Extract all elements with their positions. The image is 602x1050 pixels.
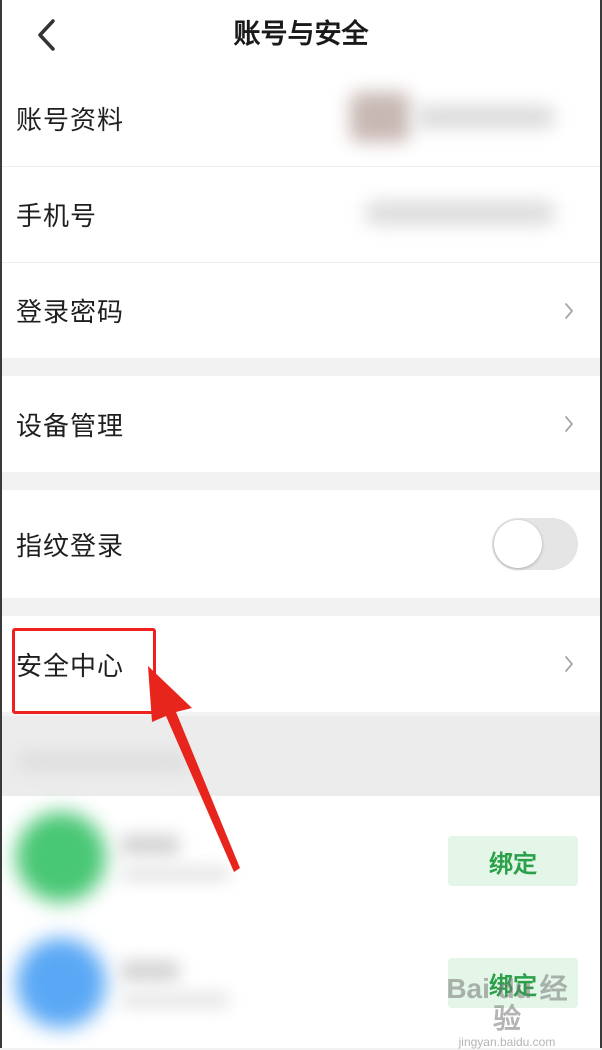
red-arrow-annotation — [148, 666, 240, 872]
row-fingerprint-login: 指纹登录 — [0, 490, 602, 598]
app-logo-green — [16, 812, 106, 902]
app-logo-blue — [16, 938, 106, 1028]
baidu-watermark: Bai du 经验 jingyan.baidu.com — [442, 973, 572, 1050]
avatar — [350, 92, 410, 142]
fingerprint-toggle[interactable] — [492, 518, 578, 570]
row-device-management[interactable]: 设备管理 — [0, 376, 602, 472]
account-name-blurred — [415, 106, 555, 128]
nav-header: 账号与安全 — [0, 0, 602, 70]
device-group: 设备管理 — [0, 376, 602, 472]
security-group: 安全中心 — [0, 616, 602, 712]
row-label: 账号资料 — [16, 105, 125, 136]
row-label: 安全中心 — [16, 651, 125, 682]
row-login-password[interactable]: 登录密码 — [0, 262, 602, 358]
row-label: 指纹登录 — [16, 531, 125, 562]
watermark-brand: Bai du 经验 — [446, 973, 568, 1034]
chevron-right-icon — [565, 416, 573, 432]
row-phone-number[interactable]: 手机号 — [0, 166, 602, 262]
account-group: 账号资料 手机号 登录密码 — [0, 70, 602, 358]
phone-value-blurred — [365, 201, 555, 225]
app-status-blurred — [120, 992, 230, 1008]
chevron-right-icon — [565, 656, 573, 672]
row-label: 手机号 — [16, 202, 98, 232]
bind-button[interactable]: 绑定 — [448, 836, 578, 886]
row-label: 登录密码 — [16, 298, 125, 328]
app-name-blurred — [120, 960, 180, 982]
chevron-right-icon — [565, 302, 573, 319]
row-security-center[interactable]: 安全中心 — [0, 616, 602, 712]
row-label: 设备管理 — [16, 411, 125, 442]
fingerprint-group: 指纹登录 — [0, 490, 602, 598]
row-account-profile[interactable]: 账号资料 — [0, 70, 602, 166]
toggle-knob — [494, 520, 542, 568]
page-title: 账号与安全 — [233, 19, 369, 50]
frame-border-left — [0, 0, 2, 1048]
